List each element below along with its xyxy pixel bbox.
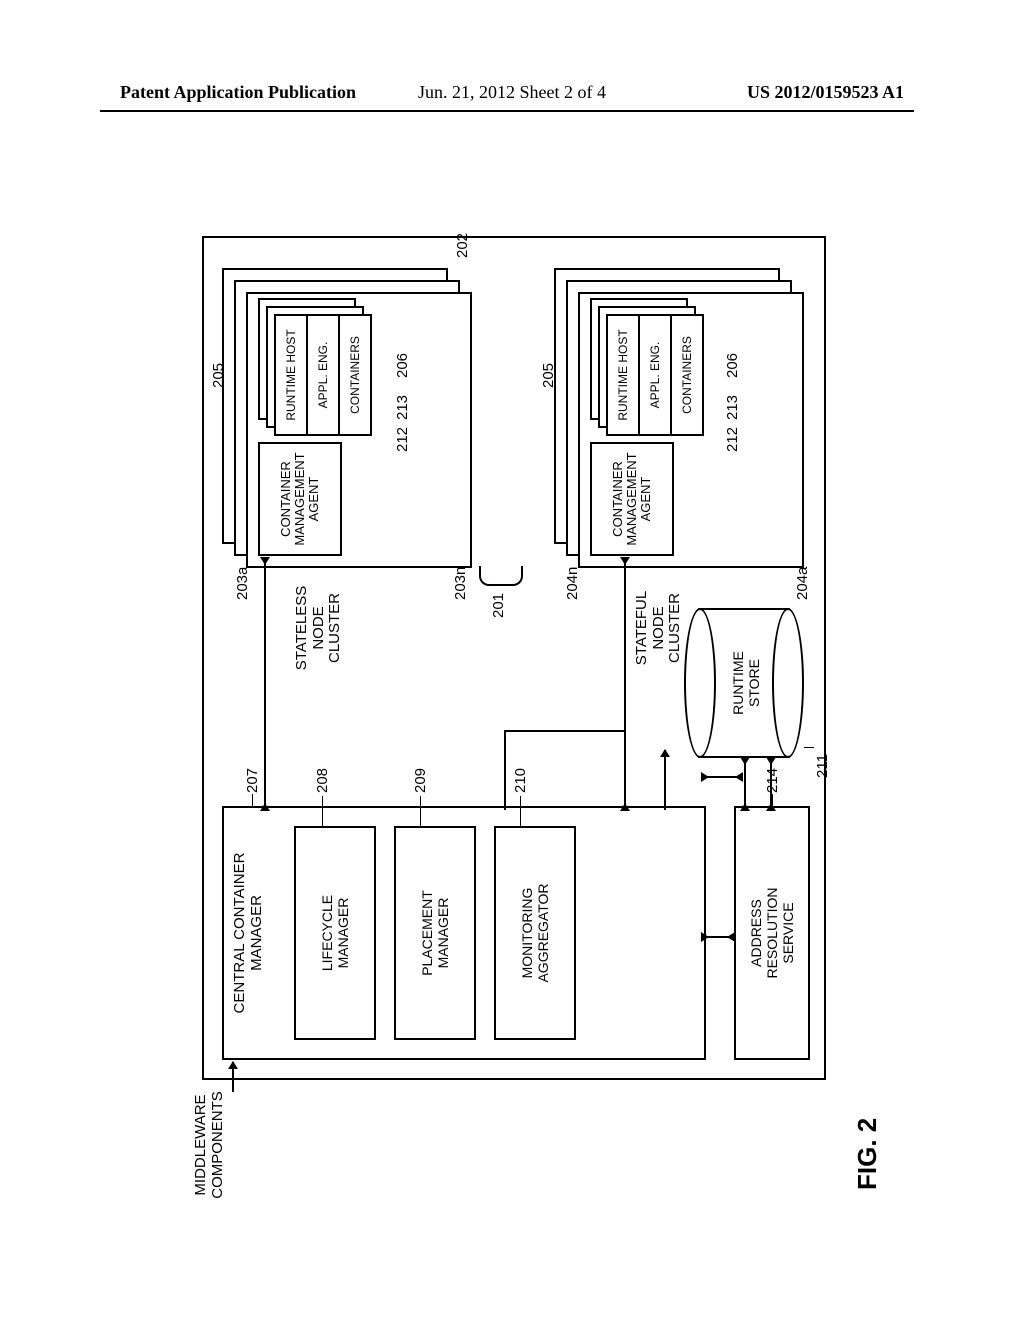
header-left: Patent Application Publication: [120, 82, 356, 103]
page: Patent Application Publication Jun. 21, …: [0, 0, 1024, 1320]
store-bottom: [772, 608, 804, 758]
stateful-containers: CONTAINERS: [670, 316, 702, 434]
ref-207: 207: [244, 768, 261, 793]
arrow-ccm-stateful-seg1: [504, 730, 506, 810]
ref-212b: 212: [724, 427, 741, 452]
system-boundary: CENTRAL CONTAINERMANAGER LIFECYCLEMANAGE…: [202, 236, 826, 1080]
lead-214: [772, 794, 773, 808]
ref-206b: 206: [724, 353, 741, 378]
arrow-ars-store: [744, 758, 746, 810]
address-resolution-service: ADDRESSRESOLUTIONSERVICE: [734, 806, 810, 1060]
stateful-cluster-label: STATEFULNODECLUSTER: [634, 578, 684, 678]
stateless-cluster-label: STATELESSNODECLUSTER: [294, 578, 344, 678]
stateful-node-front: CONTAINERMANAGEMENTAGENT RUNTIME HOST AP…: [578, 292, 804, 568]
ref-214: 214: [764, 768, 781, 793]
ref-213b: 213: [724, 395, 741, 420]
ref-211: 211: [814, 754, 831, 778]
stateless-appl-eng: APPL. ENG.: [306, 316, 338, 434]
stateful-cluster: CONTAINERMANAGEMENTAGENT RUNTIME HOST AP…: [554, 268, 804, 568]
store-top: [684, 608, 716, 758]
stateless-cma: CONTAINERMANAGEMENTAGENT: [258, 442, 342, 556]
ref-209: 209: [412, 768, 429, 793]
lead-209: [420, 796, 421, 826]
placement-manager: PLACEMENTMANAGER: [394, 826, 476, 1040]
header-rule: [100, 110, 914, 112]
arrow-ccm-stateless: [264, 558, 266, 810]
ref-208: 208: [314, 768, 331, 793]
ref-203a: 203a: [234, 567, 251, 600]
header-mid: Jun. 21, 2012 Sheet 2 of 4: [418, 82, 606, 103]
ref-212a: 212: [394, 427, 411, 452]
stateful-host-front: RUNTIME HOST APPL. ENG. CONTAINERS: [606, 314, 704, 436]
brace-201: [479, 566, 523, 586]
lead-207: [252, 794, 253, 808]
stateful-cma: CONTAINERMANAGEMENTAGENT: [590, 442, 674, 556]
header-right: US 2012/0159523 A1: [747, 82, 904, 103]
monitoring-aggregator: MONITORINGAGGREGATOR: [494, 826, 576, 1040]
ref-213a: 213: [394, 395, 411, 420]
stateful-appl-eng: APPL. ENG.: [638, 316, 670, 434]
stateless-containers: CONTAINERS: [338, 316, 370, 434]
lifecycle-manager: LIFECYCLEMANAGER: [294, 826, 376, 1040]
arrow-ccm-store-h: [664, 750, 666, 810]
stateless-cluster: CONTAINERMANAGEMENTAGENT RUNTIME HOST AP…: [222, 268, 472, 568]
stateless-host-front: RUNTIME HOST APPL. ENG. CONTAINERS: [274, 314, 372, 436]
ref-205a: 205: [210, 363, 227, 388]
ref-201: 201: [490, 593, 507, 618]
arrow-ccm-stateful-seg2: [504, 730, 624, 732]
arrow-ccm-store-v: [702, 776, 742, 778]
store-label: RUNTIMESTORE: [730, 608, 762, 758]
stateless-node-front: CONTAINERMANAGEMENTAGENT RUNTIME HOST AP…: [246, 292, 472, 568]
middleware-label: MIDDLEWARECOMPONENTS: [192, 1090, 226, 1200]
lead-210: [520, 796, 521, 826]
ref-202: 202: [454, 233, 471, 258]
arrow-ccm-stateful-seg3: [624, 558, 626, 810]
lead-208: [322, 796, 323, 826]
figure-stage: MIDDLEWARECOMPONENTS CENTRAL CONTAINERMA…: [132, 200, 892, 1200]
runtime-store: RUNTIMESTORE: [684, 608, 804, 758]
ref-205b: 205: [540, 363, 557, 388]
stateless-runtime-host: RUNTIME HOST: [276, 316, 306, 434]
ref-204a: 204a: [794, 567, 811, 600]
figure-label: FIG. 2: [852, 1118, 883, 1190]
central-container-manager: CENTRAL CONTAINERMANAGER LIFECYCLEMANAGE…: [222, 806, 706, 1060]
ref-203n: 203n: [452, 567, 469, 600]
ref-210: 210: [512, 768, 529, 793]
stateful-runtime-host: RUNTIME HOST: [608, 316, 638, 434]
ccm-title: CENTRAL CONTAINERMANAGER: [232, 808, 265, 1058]
arrow-ccm-ars: [702, 936, 734, 938]
ref-206a: 206: [394, 353, 411, 378]
ref-204n: 204n: [564, 567, 581, 600]
lead-211: [804, 747, 814, 748]
